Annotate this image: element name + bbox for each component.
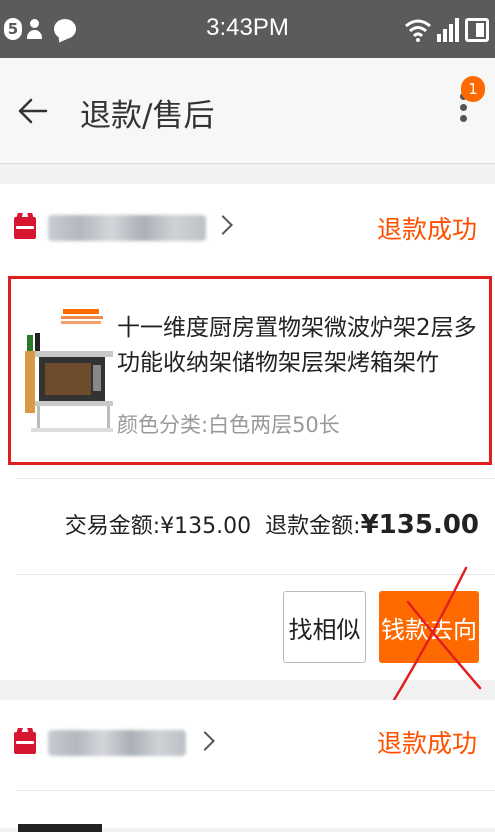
product-item[interactable]: 十一维度厨房置物架微波炉架2层多功能收纳架储物架层架烤箱架竹 颜色分类:白色两层… (8, 276, 492, 465)
refund-order-card: 退款成功 (0, 700, 495, 832)
shop-name-blurred[interactable] (48, 215, 206, 241)
trade-amount-value: ¥135.00 (160, 514, 252, 539)
chevron-right-icon[interactable] (195, 731, 215, 751)
wifi-icon (405, 19, 431, 42)
chevron-right-icon[interactable] (213, 215, 233, 235)
tmall-logo-icon (14, 217, 36, 239)
find-similar-button[interactable]: 找相似 (283, 591, 366, 663)
status-right-icons (405, 14, 489, 42)
refund-order-card: 退款成功 十一维度厨房置物架微波炉架2层多功能收纳架储物架层架烤箱架竹 颜色分类… (0, 184, 495, 702)
divider (16, 478, 495, 479)
shop-row[interactable]: 退款成功 (0, 700, 495, 790)
battery-icon (465, 18, 489, 42)
product-thumbnail (18, 824, 102, 832)
signal-strength-icon (437, 18, 459, 42)
product-sku: 颜色分类:白色两层50长 (117, 413, 340, 437)
refund-amount-value: ¥135.00 (360, 510, 479, 540)
trade-amount-label: 交易金额: (64, 514, 161, 539)
product-title: 十一维度厨房置物架微波炉架2层多功能收纳架储物架层架烤箱架竹 (117, 315, 477, 376)
notification-badge: 1 (461, 76, 485, 102)
refund-status: 退款成功 (376, 729, 477, 758)
back-arrow-icon[interactable] (16, 94, 50, 128)
refund-amount-label: 退款金额: (265, 514, 361, 539)
refund-status: 退款成功 (376, 215, 477, 244)
app-header: 退款/售后 1 (0, 58, 495, 164)
shop-row[interactable]: 退款成功 (0, 184, 495, 274)
status-bar: 5 3:43PM (0, 0, 495, 58)
divider (16, 574, 495, 575)
amount-row: 交易金额:¥135.00 退款金额:¥135.00 (65, 508, 479, 540)
tmall-logo-icon (14, 732, 36, 754)
divider (16, 790, 495, 791)
shop-name-blurred[interactable] (48, 730, 186, 756)
product-thumbnail (23, 305, 121, 437)
money-destination-button[interactable]: 钱款去向 (379, 591, 479, 663)
page-title: 退款/售后 (80, 98, 215, 134)
